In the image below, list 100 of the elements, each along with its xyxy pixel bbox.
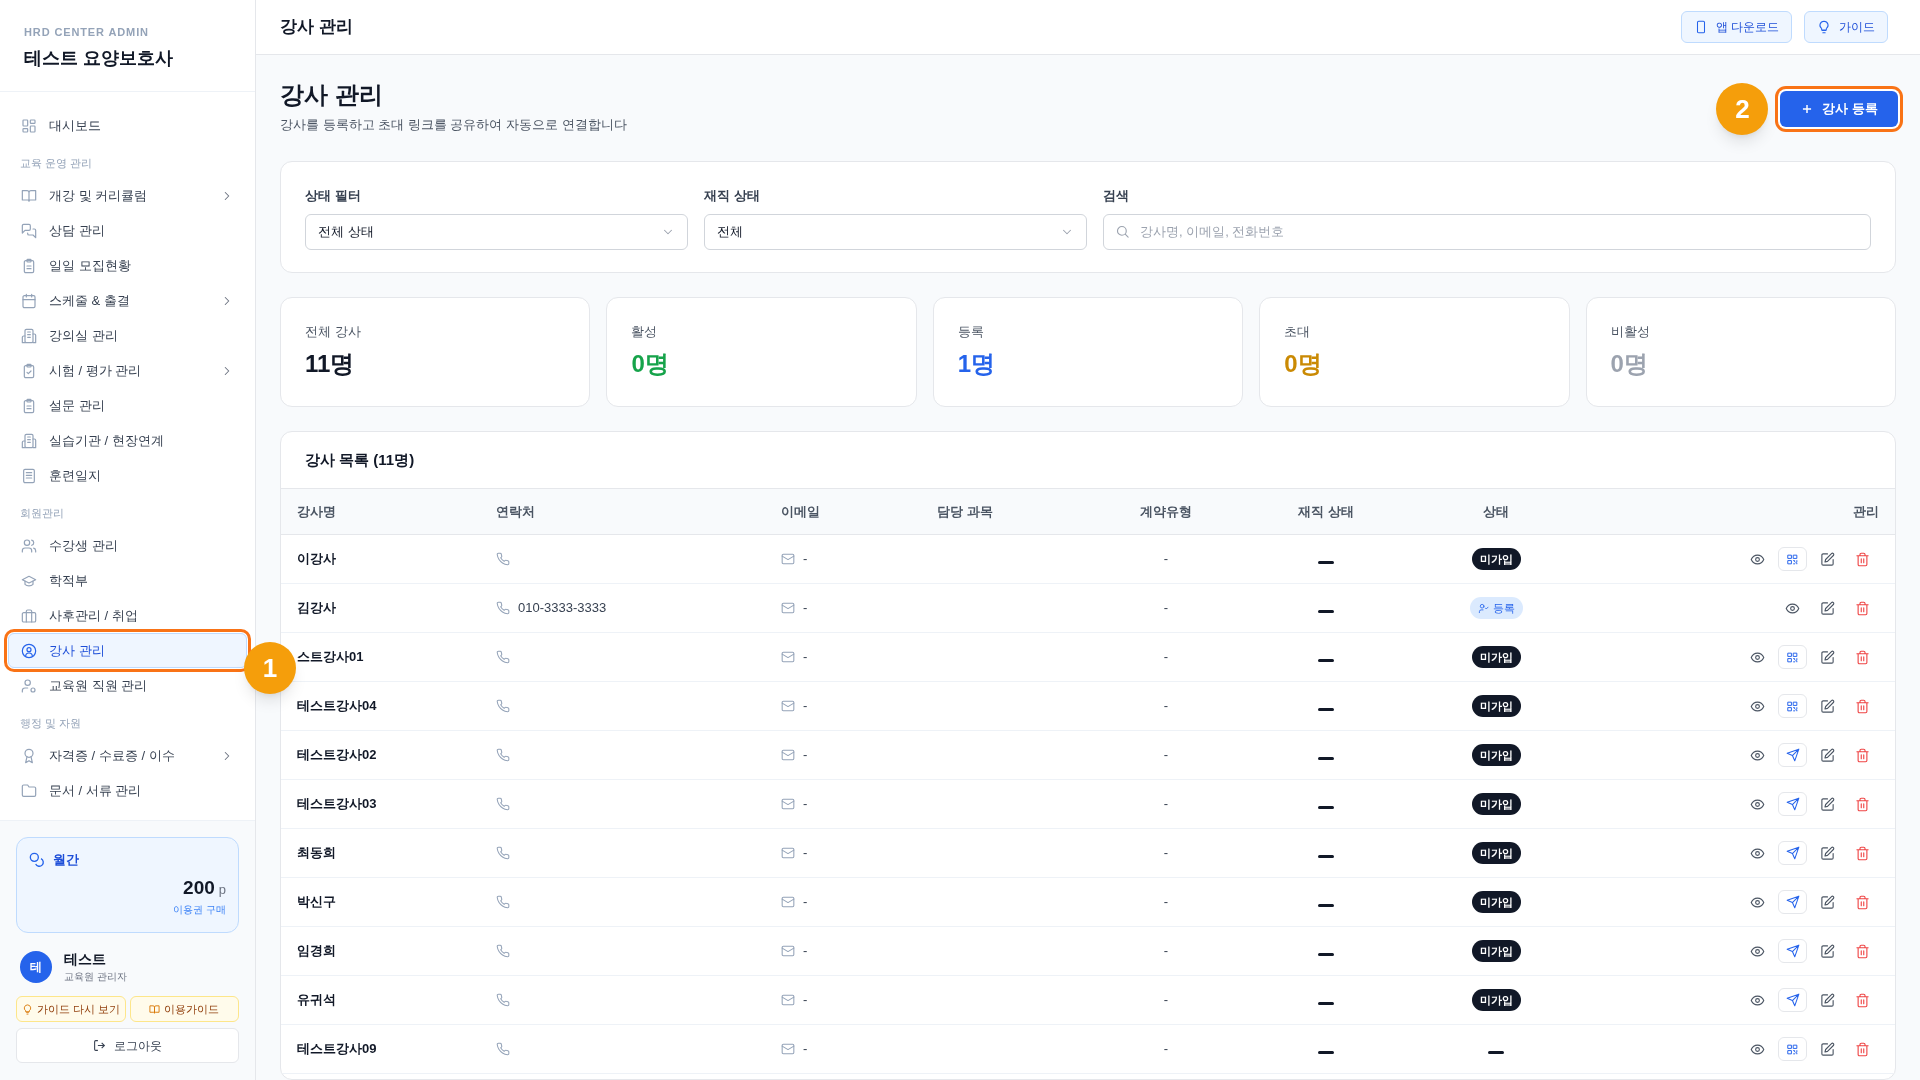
plan-label: 월간 <box>53 851 79 869</box>
contract-type: - <box>1163 746 1169 765</box>
send-invite-button[interactable] <box>1778 890 1807 914</box>
send-icon <box>1785 944 1800 958</box>
nav-item[interactable]: 상담 관리 <box>8 213 247 248</box>
email-value: - <box>803 599 808 618</box>
mail-icon <box>781 895 795 909</box>
mail-icon <box>781 797 795 811</box>
instructor-name: 김강사 <box>297 599 336 618</box>
nav-item[interactable]: 시험 / 평가 관리 <box>8 353 247 388</box>
dropdown[interactable]: 전체 <box>704 213 1087 250</box>
user-circle-icon <box>21 642 37 659</box>
users-icon <box>21 537 37 554</box>
status-badge: 미가입 <box>1471 793 1521 815</box>
app-download-button[interactable]: 앱 다운로드 <box>1680 11 1792 43</box>
calendar-icon <box>21 292 37 309</box>
step-marker: 2 <box>1716 83 1769 135</box>
user-check-icon <box>1477 602 1489 614</box>
contract-type: - <box>1163 550 1169 569</box>
send-invite-button[interactable] <box>1778 988 1807 1012</box>
empty-value-bar <box>1318 560 1334 564</box>
instructor-name: 이강사 <box>297 550 336 569</box>
contract-type: - <box>1163 1040 1169 1059</box>
qr-code-button[interactable] <box>1778 547 1807 571</box>
nav-item[interactable]: 스케줄 & 출결 <box>8 283 247 318</box>
eye-icon <box>1750 992 1765 1008</box>
nav-item[interactable]: 학적부 <box>8 563 247 598</box>
mail-icon <box>781 699 795 713</box>
column-header: 재직 상태 <box>1298 502 1354 521</box>
trash-icon <box>1855 551 1870 567</box>
send-invite-button[interactable] <box>1778 841 1807 865</box>
guide-button[interactable]: 가이드 <box>1804 11 1888 43</box>
qr-code-button[interactable] <box>1778 1037 1807 1061</box>
qr-code-icon <box>1786 1042 1799 1056</box>
phone-icon <box>496 650 510 664</box>
buy-pass-link[interactable]: 이용권 구매 <box>173 902 226 917</box>
search-icon <box>1115 223 1130 239</box>
nav-item[interactable]: 교육원 직원 관리 <box>8 668 247 703</box>
nav-item[interactable]: 대시보드 <box>8 108 247 143</box>
stat-value: 0명 <box>631 348 670 379</box>
column-header: 강사명 <box>297 502 336 521</box>
empty-value-bar <box>1318 903 1334 907</box>
empty-value-bar <box>1318 756 1334 760</box>
email-value: - <box>803 942 808 961</box>
status-badge: 미가입 <box>1471 548 1521 570</box>
nav-item[interactable]: 자격증 / 수료증 / 이수 <box>8 738 247 773</box>
phone-icon <box>496 895 510 909</box>
instructor-name: 박신구 <box>297 893 336 912</box>
nav-item[interactable]: 문서 / 서류 관리 <box>8 773 247 808</box>
nav-item[interactable]: 설문 관리 <box>8 388 247 423</box>
instructor-name: 테스트강사03 <box>297 795 377 814</box>
coins-icon <box>29 851 45 868</box>
column-header: 계약유형 <box>1140 502 1192 521</box>
stat-label: 전체 강사 <box>305 323 362 341</box>
trash-icon <box>1855 649 1870 665</box>
email-value: - <box>803 991 808 1010</box>
dropdown[interactable]: 전체 상태 <box>305 213 688 250</box>
nav-item[interactable]: 실습기관 / 현장연계 <box>8 423 247 458</box>
search-field[interactable]: 강사명, 이메일, 전화번호 <box>1103 213 1871 250</box>
send-invite-button[interactable] <box>1778 939 1807 963</box>
mail-icon <box>781 552 795 566</box>
eye-icon <box>1750 796 1765 812</box>
trash-icon <box>1855 698 1870 714</box>
contract-type: - <box>1163 599 1169 618</box>
nav-item[interactable]: 강의실 관리 <box>8 318 247 353</box>
filter-label: 상태 필터 <box>305 187 362 205</box>
nav-item[interactable]: 사후관리 / 취업 <box>8 598 247 633</box>
guide-replay-button[interactable]: 가이드 다시 보기 <box>16 996 126 1022</box>
usage-guide-button[interactable]: 이용가이드 <box>129 996 239 1022</box>
trash-icon <box>1855 845 1870 861</box>
stat-label: 활성 <box>631 323 659 341</box>
send-icon <box>1785 748 1800 762</box>
nav-item[interactable]: 훈련일지 <box>8 458 247 493</box>
send-invite-button[interactable] <box>1778 792 1807 816</box>
trash-icon <box>1855 943 1870 959</box>
stat-value: 0명 <box>1610 348 1649 379</box>
phone-icon <box>496 846 510 860</box>
send-invite-button[interactable] <box>1778 743 1807 767</box>
page-subtitle: 강사를 등록하고 초대 링크를 공유하여 자동으로 연결합니다 <box>280 116 627 134</box>
send-icon <box>1785 846 1800 860</box>
instructor-name: 임경희 <box>297 942 336 961</box>
points-unit: p <box>218 880 226 899</box>
edit-icon <box>1820 992 1835 1008</box>
instructor-name: 스트강사01 <box>297 648 364 667</box>
eye-icon <box>1750 649 1765 665</box>
logout-button[interactable]: 로그아웃 <box>16 1028 239 1063</box>
nav-item[interactable]: 일일 모집현황 <box>8 248 247 283</box>
qr-code-button[interactable] <box>1778 645 1807 669</box>
instructor-name: 테스트강사02 <box>297 746 377 765</box>
phone-icon <box>496 748 510 762</box>
nav-item[interactable]: 수강생 관리 <box>8 528 247 563</box>
instructor-name: 테스트강사09 <box>297 1040 377 1059</box>
qr-code-button[interactable] <box>1778 694 1807 718</box>
nav-item[interactable]: 개강 및 커리큘럼 <box>8 178 247 213</box>
email-value: - <box>803 550 808 569</box>
status-badge: 미가입 <box>1471 744 1521 766</box>
status-badge: 등록 <box>1469 597 1523 619</box>
status-badge: 미가입 <box>1471 646 1521 668</box>
contract-type: - <box>1163 893 1169 912</box>
empty-value-bar <box>1318 1001 1334 1005</box>
